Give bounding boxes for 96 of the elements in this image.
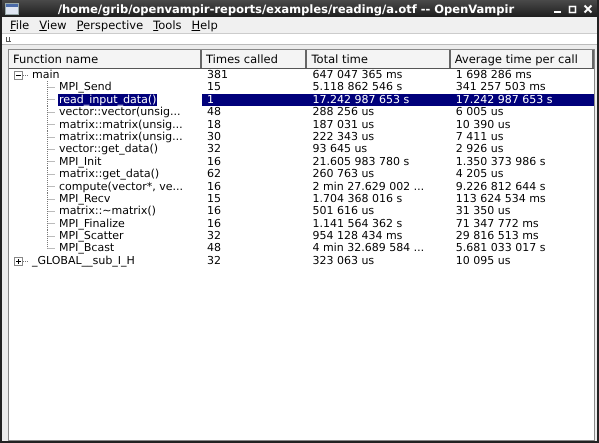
- average-time-cell: 9.226 812 644 s: [454, 180, 546, 193]
- total-time-cell: 17.242 987 653 s: [311, 94, 410, 106]
- calls-cell: 32: [206, 143, 222, 156]
- table-row[interactable]: MPI_Scatter 32 954 128 434 ms 29 816 513 ms: [9, 230, 594, 242]
- function-name: MPI_Scatter: [58, 230, 124, 242]
- window-title: /home/grib/openvampir-reports/examples/reading/a.otf -- OpenVampir: [56, 2, 516, 16]
- close-icon[interactable]: [583, 4, 593, 14]
- calls-cell: 32: [206, 254, 222, 268]
- function-name: matrix::~matrix(): [58, 205, 157, 218]
- column-header[interactable]: Function name: [9, 50, 202, 68]
- table-row[interactable]: MPI_Bcast 48 4 min 32.689 584 ... 5.681 033 017 s: [9, 242, 594, 255]
- table-row[interactable]: read_input_data() 1 17.242 987 653 s 17.242 987 653 s: [9, 94, 594, 106]
- average-time-cell: 7 411 us: [454, 130, 504, 144]
- calls-cell: 381: [206, 69, 229, 82]
- average-time-cell: 4 205 us: [454, 168, 504, 181]
- total-time-cell: 260 763 us: [311, 168, 376, 181]
- total-time-cell: 21.605 983 780 s: [311, 156, 410, 168]
- average-time-cell: 5.681 033 017 s: [454, 242, 546, 255]
- column-header[interactable]: Total time: [307, 50, 451, 68]
- function-name: MPI_Send: [58, 81, 113, 94]
- function-name: matrix::matrix(unsig...: [58, 130, 184, 144]
- total-time-cell: 647 047 365 ms: [311, 69, 404, 82]
- menu-item[interactable]: Help: [186, 18, 223, 32]
- maximize-icon[interactable]: [568, 4, 578, 14]
- average-time-cell: 31 350 us: [454, 205, 512, 218]
- calls-cell: 16: [206, 156, 222, 168]
- calls-cell: 16: [206, 205, 222, 218]
- total-time-cell: 288 256 us: [311, 106, 376, 119]
- total-time-cell: 222 343 us: [311, 130, 376, 144]
- function-name: compute(vector*, ve...: [58, 180, 184, 193]
- table-row[interactable]: compute(vector*, ve... 16 2 min 27.629 002 ... 9.226 812 644 s: [9, 180, 594, 193]
- window-icon: [5, 2, 19, 14]
- table-row[interactable]: matrix::matrix(unsig... 30 222 343 us 7 411 us: [9, 130, 594, 144]
- function-name: vector::vector(unsig...: [58, 106, 182, 119]
- table-row[interactable]: vector::vector(unsig... 48 288 256 us 6 005 us: [9, 106, 594, 119]
- expand-icon[interactable]: [14, 256, 29, 266]
- calls-cell: 15: [206, 81, 222, 94]
- calls-cell: 15: [206, 192, 222, 206]
- average-time-cell: 17.242 987 653 s: [454, 94, 554, 106]
- function-name: MPI_Finalize: [58, 218, 126, 230]
- menu-item[interactable]: File: [5, 18, 34, 32]
- table-row[interactable]: matrix::matrix(unsig... 18 187 031 us 10 390 us: [9, 118, 594, 131]
- function-name: matrix::get_data(): [58, 168, 160, 181]
- menu-item[interactable]: Tools: [148, 18, 187, 32]
- table-row[interactable]: MPI_Finalize 16 1.141 564 362 s 71 347 772 ms: [9, 218, 594, 230]
- average-time-cell: 71 347 772 ms: [454, 218, 540, 230]
- table-row[interactable]: MPI_Init 16 21.605 983 780 s 1.350 373 986 s: [9, 156, 594, 168]
- collapse-icon[interactable]: [14, 70, 29, 80]
- calls-cell: 18: [206, 118, 222, 131]
- function-name: matrix::matrix(unsig...: [58, 118, 184, 131]
- function-name: MPI_Recv: [58, 192, 110, 206]
- total-time-cell: 501 616 us: [311, 205, 376, 218]
- table-row[interactable]: matrix::get_data() 62 260 763 us 4 205 us: [9, 168, 594, 181]
- calls-cell: 16: [206, 218, 222, 230]
- average-time-cell: 29 816 513 ms: [454, 230, 540, 242]
- calls-cell: 16: [206, 180, 222, 193]
- function-name: MPI_Init: [58, 156, 102, 168]
- calls-cell: 1: [206, 94, 215, 106]
- function-name: vector::get_data(): [58, 143, 158, 156]
- function-name: _GLOBAL__sub_I_H: [31, 254, 136, 268]
- total-time-cell: 5.118 862 546 s: [311, 81, 404, 94]
- total-time-cell: 1.141 564 362 s: [311, 218, 404, 230]
- average-time-cell: 6 005 us: [454, 106, 504, 119]
- average-time-cell: 2 926 us: [454, 143, 504, 156]
- table-row[interactable]: _GLOBAL__sub_I_H 32 323 063 us 10 095 us: [9, 254, 594, 268]
- total-time-cell: 954 128 434 ms: [311, 230, 404, 242]
- table-row[interactable]: matrix::~matrix() 16 501 616 us 31 350 us: [9, 205, 594, 218]
- table-row[interactable]: main 381 647 047 365 ms 1 698 286 ms: [9, 69, 594, 82]
- total-time-cell: 4 min 32.689 584 ...: [311, 242, 426, 255]
- total-time-cell: 323 063 us: [311, 254, 376, 268]
- average-time-cell: 10 390 us: [454, 118, 512, 131]
- toolbar-grip-icon[interactable]: [6, 36, 12, 42]
- total-time-cell: 187 031 us: [311, 118, 376, 131]
- function-name: MPI_Bcast: [58, 242, 114, 255]
- total-time-cell: 93 645 us: [311, 143, 368, 156]
- menu-item[interactable]: Perspective: [72, 18, 148, 32]
- table-row[interactable]: vector::get_data() 32 93 645 us 2 926 us: [9, 143, 594, 156]
- column-header[interactable]: Times called: [202, 50, 308, 68]
- function-name: read_input_data(): [58, 94, 158, 106]
- total-time-cell: 1.704 368 016 s: [311, 192, 404, 206]
- average-time-cell: 10 095 us: [454, 254, 512, 268]
- table-row[interactable]: MPI_Send 15 5.118 862 546 s 341 257 503 ms: [9, 81, 594, 94]
- calls-cell: 32: [206, 230, 222, 242]
- average-time-cell: 1 698 286 ms: [454, 69, 533, 82]
- menu-item[interactable]: View: [34, 18, 72, 32]
- average-time-cell: 1.350 373 986 s: [454, 156, 546, 168]
- table-row[interactable]: MPI_Recv 15 1.704 368 016 s 113 624 534 ms: [9, 192, 594, 206]
- average-time-cell: 113 624 534 ms: [454, 192, 547, 206]
- total-time-cell: 2 min 27.629 002 ...: [311, 180, 426, 193]
- calls-cell: 48: [206, 106, 222, 119]
- function-name: main: [31, 69, 60, 82]
- average-time-cell: 341 257 503 ms: [454, 81, 547, 94]
- calls-cell: 48: [206, 242, 222, 255]
- column-header[interactable]: Average time per call: [450, 50, 594, 68]
- calls-cell: 62: [206, 168, 222, 181]
- calls-cell: 30: [206, 130, 222, 144]
